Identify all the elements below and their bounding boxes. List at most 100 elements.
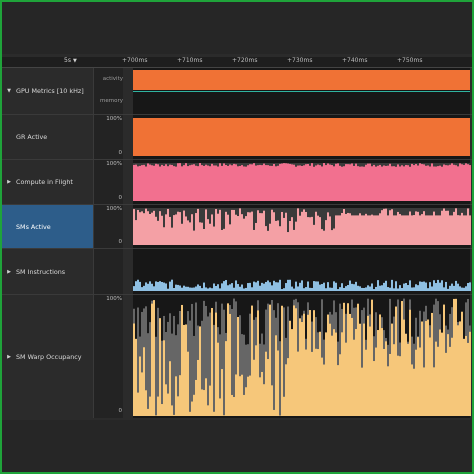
- compute-bar: [223, 163, 225, 201]
- ruler-tick: +730ms: [287, 57, 313, 64]
- warp-occupancy-bar: [159, 318, 161, 416]
- row-gr-active[interactable]: GR Active: [2, 115, 93, 159]
- sms-active-bar: [189, 222, 191, 245]
- compute-bar: [351, 163, 353, 201]
- row-gpu-metrics[interactable]: ▼ GPU Metrics [10 kHz]: [2, 68, 93, 114]
- expand-caret-icon[interactable]: ▼: [2, 88, 16, 94]
- compute-bar: [419, 163, 421, 201]
- warp-occupancy-bar: [145, 390, 147, 416]
- warp-occupancy-bar: [335, 332, 337, 416]
- warp-limit-bar: [147, 333, 149, 416]
- row-label: GPU Metrics [10 kHz]: [16, 87, 84, 95]
- compute-bar: [237, 166, 239, 201]
- sm-instructions-bar: [211, 288, 213, 291]
- sm-instructions-bar: [133, 286, 135, 291]
- sm-instructions-bar: [241, 284, 243, 291]
- warp-occupancy-bar: [209, 385, 211, 416]
- warp-occupancy-bar: [441, 332, 443, 416]
- warp-occupancy-bar: [357, 303, 359, 416]
- expand-caret-icon[interactable]: ▶: [2, 179, 16, 185]
- row-sms-active[interactable]: SMs Active: [2, 205, 93, 248]
- warp-occupancy-bar: [293, 305, 295, 416]
- compute-bar: [173, 166, 175, 201]
- sms-active-bar: [247, 212, 249, 245]
- warp-occupancy-bar: [389, 353, 391, 416]
- warp-occupancy-bar: [463, 339, 465, 416]
- sm-instructions-bar: [163, 282, 165, 291]
- sms-active-bar: [151, 212, 153, 245]
- warp-occupancy-bar: [409, 309, 411, 416]
- compute-bar: [411, 163, 413, 201]
- compute-bar: [139, 165, 141, 201]
- compute-bar: [273, 163, 275, 201]
- sm-instructions-bar: [341, 283, 343, 291]
- sm-instructions-bar: [207, 288, 209, 291]
- row-sm-instructions[interactable]: ▶ SM Instructions: [2, 249, 93, 294]
- sm-instructions-bar: [413, 287, 415, 291]
- sm-instructions-bar: [379, 285, 381, 291]
- sm-instructions-bar: [421, 281, 423, 291]
- warp-occupancy-bar: [205, 378, 207, 416]
- sms-active-bar: [145, 208, 147, 245]
- row-sm-warp-occupancy[interactable]: ▶ SM Warp Occupancy: [2, 295, 93, 418]
- sm-instructions-bar: [331, 287, 333, 291]
- sms-active-bar: [309, 217, 311, 245]
- sm-instructions-bar: [381, 285, 383, 291]
- compute-bar: [455, 165, 457, 201]
- warp-occupancy-bar: [329, 323, 331, 416]
- sm-instructions-bar: [171, 279, 173, 291]
- chevron-down-icon: ▼: [72, 58, 77, 64]
- compute-bar: [387, 165, 389, 201]
- sms-active-bar: [329, 216, 331, 245]
- warp-occupancy-bar: [149, 396, 151, 416]
- compute-bar: [167, 166, 169, 201]
- compute-bar: [135, 164, 137, 201]
- compute-bar: [347, 164, 349, 201]
- expand-caret-icon[interactable]: ▶: [2, 269, 16, 275]
- sms-active-bar: [319, 217, 321, 245]
- tracks-canvas[interactable]: [133, 68, 471, 418]
- sm-instructions-bar: [373, 289, 375, 291]
- sms-active-bar: [271, 209, 273, 245]
- compute-bar: [215, 165, 217, 201]
- sm-instructions-bar: [199, 285, 201, 291]
- warp-occupancy-bar: [173, 414, 175, 416]
- sm-instructions-bar: [453, 285, 455, 291]
- warp-occupancy-bar: [327, 314, 329, 416]
- expand-caret-icon[interactable]: ▶: [2, 354, 16, 360]
- warp-occupancy-bar: [303, 313, 305, 416]
- sms-active-bar: [343, 209, 345, 245]
- warp-occupancy-bar: [379, 314, 381, 416]
- sms-active-bar: [385, 208, 387, 245]
- sm-instructions-bar: [349, 280, 351, 291]
- warp-occupancy-bar: [217, 342, 219, 416]
- warp-occupancy-bar: [459, 321, 461, 416]
- warp-occupancy-bar: [345, 342, 347, 416]
- sm-instructions-bar: [237, 284, 239, 291]
- warp-occupancy-bar: [225, 341, 227, 416]
- sms-active-bar: [185, 216, 187, 245]
- sm-instructions-bar: [247, 283, 249, 291]
- sms-active-bar: [277, 220, 279, 245]
- sms-active-bar: [305, 211, 307, 245]
- sms-active-bar: [373, 215, 375, 245]
- tracks-area[interactable]: [133, 68, 471, 418]
- time-unit-select[interactable]: 5s ▼: [64, 57, 77, 64]
- sm-instructions-bar: [249, 282, 251, 291]
- warp-occupancy-bar: [161, 404, 163, 416]
- row-compute-in-flight[interactable]: ▶ Compute in Flight: [2, 160, 93, 204]
- compute-bar: [421, 164, 423, 201]
- warp-occupancy-bar: [417, 337, 419, 416]
- sm-instructions-bar: [335, 282, 337, 291]
- sm-instructions-bar: [147, 283, 149, 291]
- sms-active-bar: [429, 215, 431, 245]
- sm-instructions-bar: [467, 283, 469, 291]
- warp-occupancy-bar: [147, 408, 149, 416]
- sm-instructions-bar: [357, 285, 359, 291]
- sm-instructions-bar: [391, 279, 393, 291]
- compute-bar: [289, 163, 291, 201]
- warp-occupancy-bar: [167, 393, 169, 416]
- warp-occupancy-bar: [411, 364, 413, 416]
- sms-active-bar: [355, 215, 357, 245]
- timeline-ruler[interactable]: 5s ▼ +700ms +710ms +720ms +730ms +740ms +…: [2, 57, 472, 68]
